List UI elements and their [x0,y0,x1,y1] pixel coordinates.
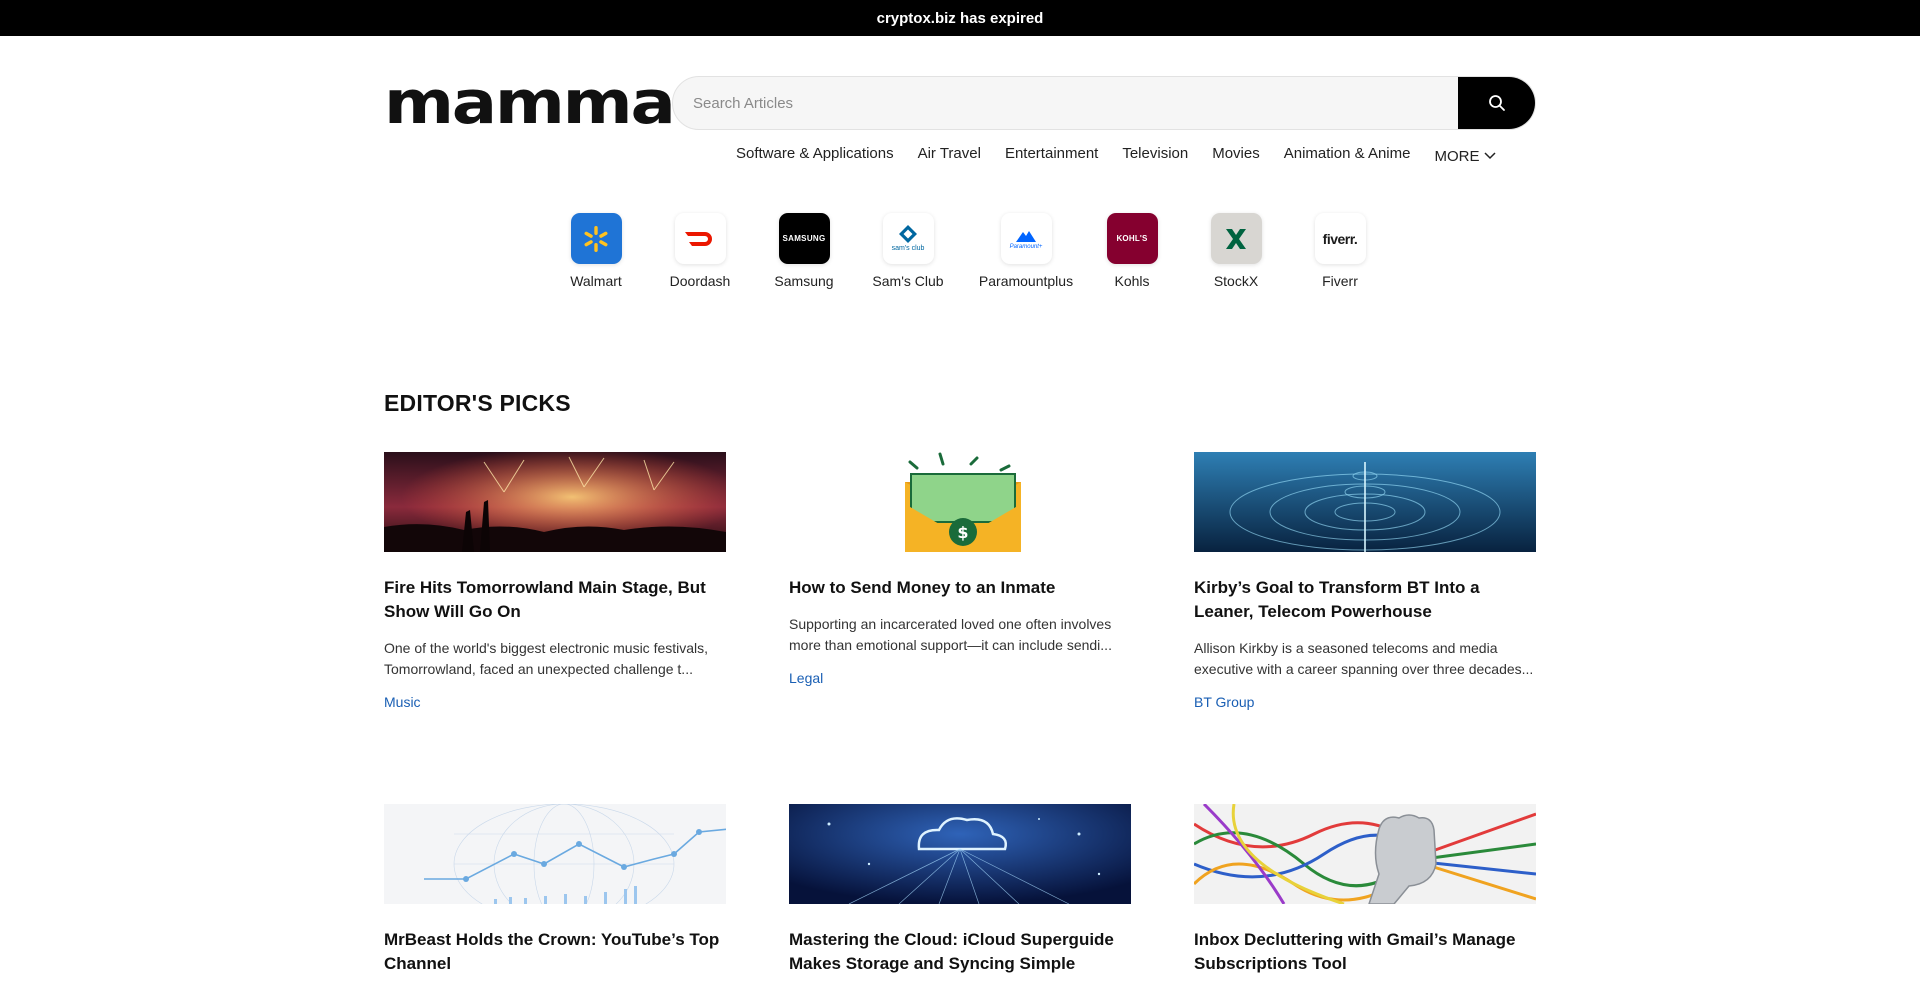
nav-item-entertainment[interactable]: Entertainment [1005,145,1098,167]
svg-text:$: $ [957,523,968,542]
article-card: $ How to Send Money to an Inmate Support… [789,452,1131,688]
brand-label: Walmart [570,273,622,289]
chevron-down-icon [1484,152,1496,160]
article-card: Mastering the Cloud: iCloud Superguide M… [789,804,1131,976]
article-card: Inbox Decluttering with Gmail’s Manage S… [1194,804,1536,976]
nav-item-animation-anime[interactable]: Animation & Anime [1284,145,1411,167]
article-image-festival[interactable] [384,452,726,552]
nav-item-movies[interactable]: Movies [1212,145,1260,167]
brand-paramountplus[interactable]: Paramount+ Paramountplus [972,213,1080,289]
search-button[interactable] [1458,77,1535,129]
fiverr-logo-icon: fiverr. [1314,213,1366,264]
nav-more-label: MORE [1434,147,1480,165]
stockx-logo-icon [1210,213,1262,264]
paramount-logo-text: Paramount+ [1009,243,1043,250]
search-icon [1488,95,1505,111]
brand-samsung[interactable]: SAMSUNG Samsung [764,213,844,289]
brand-label: Fiverr [1322,273,1358,289]
article-image-cloud[interactable] [789,804,1131,904]
brand-label: Samsung [774,273,834,289]
site-logo[interactable]: mamma [384,73,676,133]
article-title[interactable]: How to Send Money to an Inmate [789,576,1131,600]
walmart-logo-icon [570,213,622,264]
search-input[interactable] [673,77,1458,129]
expiry-banner: cryptox.biz has expired [0,0,1920,36]
article-image-money-envelope[interactable]: $ [789,452,1131,552]
article-card: Kirby’s Goal to Transform BT Into a Lean… [1194,452,1536,712]
doordash-logo-icon [674,213,726,264]
brand-label: Doordash [669,273,731,289]
kohls-logo-icon: KOHL'S [1106,213,1158,264]
brand-label: Paramountplus [978,273,1074,289]
article-image-growth-chart[interactable] [384,804,726,904]
article-title[interactable]: Inbox Decluttering with Gmail’s Manage S… [1194,928,1536,976]
article-title[interactable]: Mastering the Cloud: iCloud Superguide M… [789,928,1131,976]
brand-stockx[interactable]: StockX [1196,213,1276,289]
article-excerpt: One of the world's biggest electronic mu… [384,640,709,677]
nav-more-menu[interactable]: MORE [1434,145,1496,167]
search-bar [672,76,1536,130]
nav-item-air-travel[interactable]: Air Travel [918,145,981,167]
article-category-link[interactable]: Music [384,694,421,710]
brand-walmart[interactable]: Walmart [556,213,636,289]
article-card: MrBeast Holds the Crown: YouTube’s Top C… [384,804,726,976]
kohls-logo-text: KOHL'S [1116,234,1148,243]
article-category-link[interactable]: BT Group [1194,694,1254,710]
brand-label: Sam's Club [872,273,944,289]
brand-sams-club[interactable]: sam's club Sam's Club [868,213,948,289]
brand-shortcuts: Walmart Doordash SAMSUNG Samsung sam's c… [556,213,1380,289]
article-image-telecom[interactable] [1194,452,1536,552]
nav-item-software-applications[interactable]: Software & Applications [736,145,894,167]
brand-label: Kohls [1114,273,1150,289]
brand-doordash[interactable]: Doordash [660,213,740,289]
samsung-logo-text: SAMSUNG [782,234,826,243]
article-title[interactable]: MrBeast Holds the Crown: YouTube’s Top C… [384,928,726,976]
article-image-tangled-ropes[interactable] [1194,804,1536,904]
expiry-banner-text: cryptox.biz has expired [876,9,1044,27]
nav-item-television[interactable]: Television [1122,145,1188,167]
editors-picks-heading: EDITOR'S PICKS [384,390,571,416]
article-excerpt: Allison Kirkby is a seasoned telecoms an… [1194,640,1534,677]
samsung-logo-icon: SAMSUNG [778,213,830,264]
brand-kohls[interactable]: KOHL'S Kohls [1092,213,1172,289]
article-excerpt: Supporting an incarcerated loved one oft… [789,616,1112,653]
brand-fiverr[interactable]: fiverr. Fiverr [1300,213,1380,289]
fiverr-logo-text: fiverr. [1322,230,1358,247]
article-title[interactable]: Fire Hits Tomorrowland Main Stage, But S… [384,576,726,624]
paramount-logo-icon: Paramount+ [1000,213,1052,264]
site-logo-text: mamma [384,68,676,138]
article-card: Fire Hits Tomorrowland Main Stage, But S… [384,452,726,712]
sams-club-logo-text: sam's club [891,245,925,252]
brand-label: StockX [1213,273,1259,289]
article-title[interactable]: Kirby’s Goal to Transform BT Into a Lean… [1194,576,1536,624]
category-nav: Software & Applications Air Travel Enter… [736,145,1496,167]
sams-club-logo-icon: sam's club [882,213,934,264]
article-category-link[interactable]: Legal [789,670,823,686]
